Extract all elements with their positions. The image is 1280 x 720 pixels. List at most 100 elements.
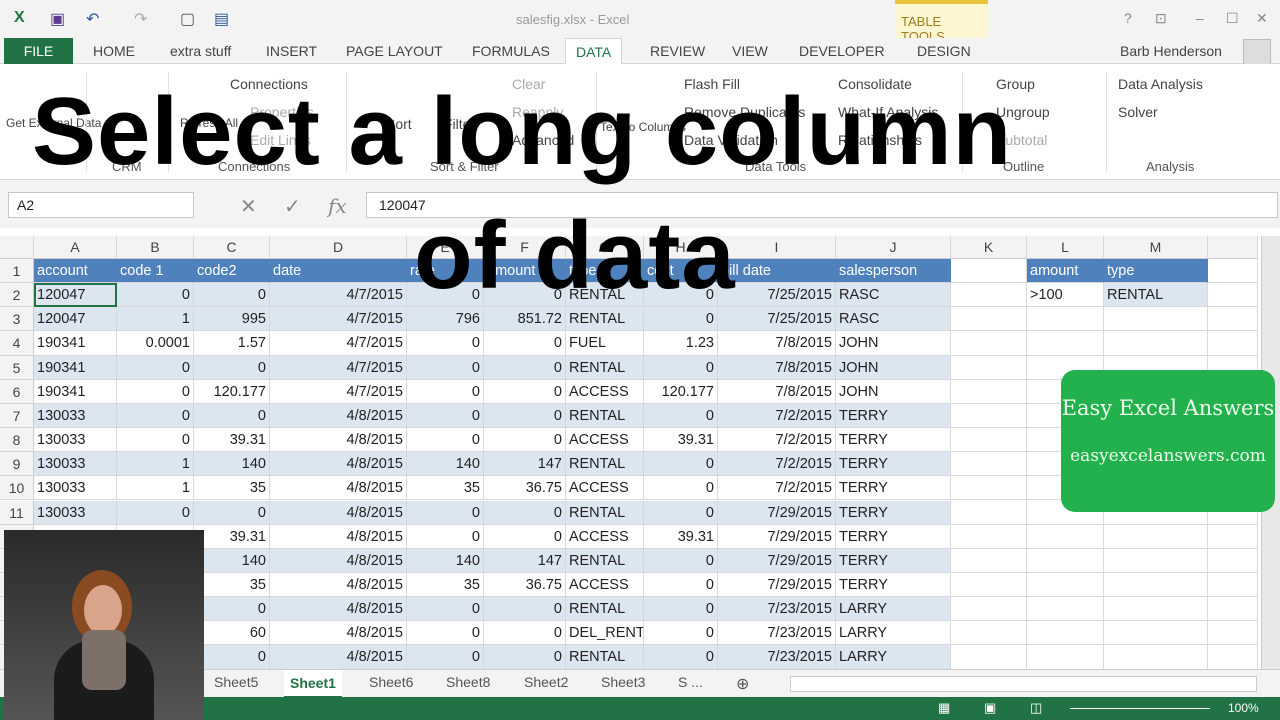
cell[interactable]: [1104, 524, 1208, 549]
table-cell[interactable]: 190341: [34, 331, 117, 356]
cell[interactable]: [1104, 307, 1208, 332]
table-cell[interactable]: 0: [484, 355, 566, 380]
table-cell[interactable]: 140: [194, 452, 270, 477]
table-cell[interactable]: DEL_RENT: [566, 621, 644, 646]
tab-view[interactable]: VIEW: [732, 43, 768, 59]
table-cell[interactable]: 4/8/2015: [270, 524, 407, 549]
table-cell[interactable]: 4/7/2015: [270, 307, 407, 332]
table-cell[interactable]: 35: [194, 476, 270, 501]
enter-icon[interactable]: ✓: [284, 194, 301, 219]
cell[interactable]: [1104, 597, 1208, 622]
table-cell[interactable]: 0: [407, 621, 484, 646]
cell[interactable]: [951, 548, 1027, 573]
table-cell[interactable]: 130033: [34, 476, 117, 501]
table-cell[interactable]: 7/2/2015: [718, 403, 836, 429]
table-cell[interactable]: 796: [407, 307, 484, 332]
table-cell[interactable]: 147: [484, 548, 566, 573]
table-cell[interactable]: 0: [644, 307, 718, 332]
table-cell[interactable]: TERRY: [836, 572, 951, 598]
cell[interactable]: [951, 572, 1027, 598]
table-cell[interactable]: TERRY: [836, 548, 951, 573]
cell[interactable]: [1104, 645, 1208, 669]
table-cell[interactable]: 4/7/2015: [270, 379, 407, 404]
table-cell[interactable]: 0: [194, 597, 270, 622]
cell[interactable]: [951, 645, 1027, 669]
column-header-B[interactable]: B: [117, 236, 194, 259]
row-header[interactable]: 7: [0, 403, 34, 429]
criteria-cell[interactable]: RENTAL: [1104, 283, 1208, 308]
table-cell[interactable]: 7/8/2015: [718, 355, 836, 380]
cell[interactable]: [951, 476, 1027, 501]
table-cell[interactable]: RENTAL: [566, 403, 644, 429]
horizontal-scrollbar[interactable]: [790, 676, 1257, 692]
row-header[interactable]: 3: [0, 307, 34, 332]
table-cell[interactable]: 0: [644, 403, 718, 429]
tab-formulas[interactable]: FORMULAS: [472, 43, 550, 59]
row-header[interactable]: 11: [0, 500, 34, 525]
table-cell[interactable]: RENTAL: [566, 355, 644, 380]
cell[interactable]: [951, 500, 1027, 525]
criteria-header-cell[interactable]: amount: [1027, 259, 1104, 284]
table-cell[interactable]: 39.31: [644, 428, 718, 453]
table-cell[interactable]: 0: [117, 403, 194, 429]
cell[interactable]: [1104, 331, 1208, 356]
table-cell[interactable]: 0: [194, 500, 270, 525]
table-cell[interactable]: 120.177: [644, 379, 718, 404]
table-cell[interactable]: 0: [117, 355, 194, 380]
table-cell[interactable]: 190341: [34, 355, 117, 380]
help-icon[interactable]: ?: [1124, 10, 1132, 26]
criteria-cell[interactable]: >100: [1027, 283, 1104, 308]
table-cell[interactable]: 130033: [34, 500, 117, 525]
zoom-level[interactable]: 100%: [1228, 701, 1259, 715]
cell[interactable]: [951, 307, 1027, 332]
row-header[interactable]: 2: [0, 283, 34, 308]
table-cell[interactable]: 140: [407, 548, 484, 573]
cell[interactable]: [1208, 307, 1258, 332]
table-cell[interactable]: 0: [484, 645, 566, 669]
table-cell[interactable]: 0: [407, 500, 484, 525]
save-icon[interactable]: ▣: [50, 9, 65, 29]
cell[interactable]: [1208, 524, 1258, 549]
sheet-tab-sheet3[interactable]: Sheet3: [601, 674, 645, 690]
table-cell[interactable]: 0: [407, 524, 484, 549]
table-cell[interactable]: 4/8/2015: [270, 572, 407, 598]
table-cell[interactable]: TERRY: [836, 403, 951, 429]
zoom-slider[interactable]: [1070, 708, 1210, 709]
user-name[interactable]: Barb Henderson: [1120, 43, 1222, 59]
table-cell[interactable]: 1.57: [194, 331, 270, 356]
column-header-J[interactable]: J: [836, 236, 951, 259]
table-cell[interactable]: 0: [194, 645, 270, 669]
table-cell[interactable]: 4/8/2015: [270, 548, 407, 573]
normal-view-icon[interactable]: ▦: [938, 700, 950, 716]
table-cell[interactable]: 60: [194, 621, 270, 646]
table-cell[interactable]: RENTAL: [566, 597, 644, 622]
sheet-tab-sheet1[interactable]: Sheet1: [284, 670, 342, 698]
tab-insert[interactable]: INSERT: [266, 43, 317, 59]
table-cell[interactable]: 0: [484, 524, 566, 549]
table-cell[interactable]: 130033: [34, 428, 117, 453]
table-cell[interactable]: TERRY: [836, 452, 951, 477]
cell[interactable]: [1208, 621, 1258, 646]
page-layout-view-icon[interactable]: ▣: [984, 700, 996, 716]
column-header-D[interactable]: D: [270, 236, 407, 259]
table-cell[interactable]: 0: [194, 403, 270, 429]
table-cell[interactable]: 0: [484, 403, 566, 429]
row-header[interactable]: 6: [0, 379, 34, 404]
tab-file[interactable]: FILE: [4, 38, 73, 64]
sheet-tab-s[interactable]: S ...: [678, 674, 703, 690]
cell[interactable]: [1027, 572, 1104, 598]
undo-icon[interactable]: ↶: [86, 9, 99, 29]
cell[interactable]: [1104, 548, 1208, 573]
cell[interactable]: [1208, 283, 1258, 308]
table-cell[interactable]: JOHN: [836, 355, 951, 380]
table-cell[interactable]: 0: [644, 572, 718, 598]
table-cell[interactable]: 7/29/2015: [718, 524, 836, 549]
tab-home[interactable]: HOME: [93, 43, 135, 59]
table-cell[interactable]: ACCESS: [566, 428, 644, 453]
table-cell[interactable]: 4/8/2015: [270, 476, 407, 501]
table-cell[interactable]: 7/8/2015: [718, 379, 836, 404]
cell[interactable]: [951, 283, 1027, 308]
column-header-C[interactable]: C: [194, 236, 270, 259]
row-header[interactable]: 8: [0, 428, 34, 453]
table-cell[interactable]: 0: [644, 355, 718, 380]
